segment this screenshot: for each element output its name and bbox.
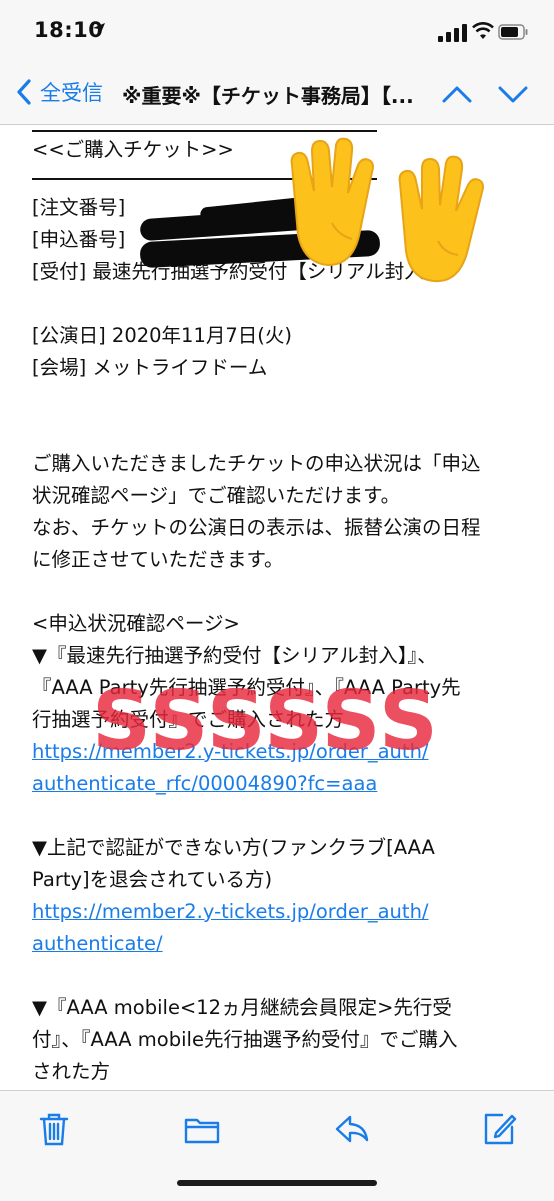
location-arrow-icon bbox=[93, 23, 105, 35]
venue: [会場] メットライフドーム bbox=[32, 356, 268, 379]
performance-date: [公演日] 2020年11月7日(火) bbox=[32, 324, 292, 347]
navigation-bar: 全受信 ※重要※【チケット事務局】【... bbox=[0, 62, 554, 125]
compose-icon[interactable] bbox=[482, 1111, 518, 1147]
reply-icon[interactable] bbox=[334, 1111, 370, 1147]
back-to-inbox-button[interactable]: 全受信 bbox=[14, 76, 103, 108]
section3-line: された方 bbox=[32, 1060, 111, 1083]
section1-line: 『AAA Party先行抽選予約受付』、『AAA Party先 bbox=[32, 676, 461, 699]
trash-icon[interactable] bbox=[36, 1111, 72, 1147]
email-subject-title: ※重要※【チケット事務局】【... bbox=[122, 84, 414, 108]
paragraph-line: なお、チケットの公演日の表示は、振替公演の日程 bbox=[32, 516, 481, 539]
status-page-header: <申込状況確認ページ> bbox=[32, 612, 240, 635]
chevron-left-icon bbox=[17, 79, 31, 105]
section3-line: ▼『AAA mobile<12ヵ月継続会員限定>先行受 bbox=[32, 996, 452, 1019]
section1-line: ▼『最速先行抽選予約受付【シリアル封入】』、 bbox=[32, 644, 437, 667]
previous-message-chevron-up-icon[interactable] bbox=[440, 80, 474, 108]
email-body: <<ご購入チケット>> [注文番号] [申込番号] [受付] 最速先行抽選予約受… bbox=[32, 124, 532, 1086]
back-label: 全受信 bbox=[40, 81, 103, 105]
status-bar: 18:10 bbox=[0, 0, 554, 62]
folder-icon[interactable] bbox=[184, 1111, 220, 1147]
section3-line: 付』、『AAA mobile先行抽選予約受付』でご購入 bbox=[32, 1028, 458, 1051]
section1-line: 行抽選予約受付』でご購入された方 bbox=[32, 708, 345, 731]
paragraph-line: 状況確認ページ」でご確認いただけます。 bbox=[32, 484, 401, 507]
ticket-header: <<ご購入チケット>> bbox=[32, 138, 234, 161]
next-message-chevron-down-icon[interactable] bbox=[496, 80, 530, 108]
section2-line: Party]を退会されている方) bbox=[32, 868, 273, 891]
paragraph-line: ご購入いただきましたチケットの申込状況は「申込 bbox=[32, 452, 481, 475]
section2-line: ▼上記で認証ができない方(ファンクラブ[AAA bbox=[32, 836, 435, 859]
paragraph-line: に修正させていただきます。 bbox=[32, 548, 284, 571]
wifi-icon bbox=[472, 22, 494, 39]
cellular-signal-icon bbox=[438, 24, 467, 42]
authenticate-link[interactable]: authenticate/ bbox=[32, 928, 532, 960]
order-auth-link[interactable]: authenticate_rfc/00004890?fc=aaa bbox=[32, 768, 532, 800]
divider-line bbox=[32, 130, 377, 132]
order-auth-link[interactable]: https://member2.y-tickets.jp/order_auth/ bbox=[32, 736, 532, 768]
authenticate-link[interactable]: https://member2.y-tickets.jp/order_auth/ bbox=[32, 896, 532, 928]
home-indicator bbox=[177, 1180, 377, 1186]
battery-icon bbox=[498, 24, 528, 40]
